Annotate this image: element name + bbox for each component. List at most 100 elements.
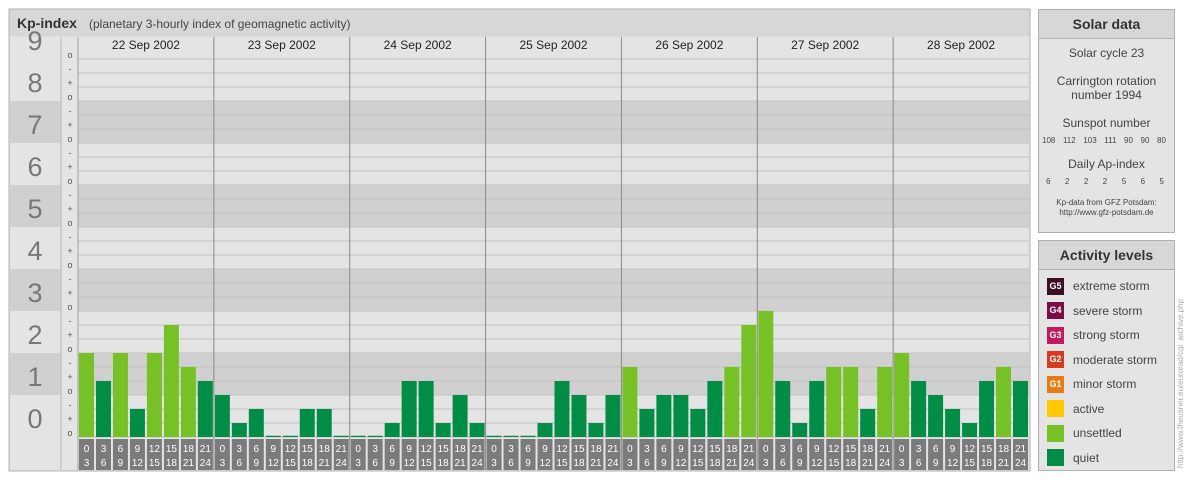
- level-label: severe storm: [1073, 303, 1143, 318]
- g2-badge: G2: [1047, 351, 1064, 369]
- kp-bar: [486, 435, 502, 437]
- y-minor-label: +: [67, 246, 72, 256]
- chart-title: Kp-index: [17, 15, 77, 31]
- interval-start-label: 21: [607, 444, 619, 455]
- interval-start-label: 18: [998, 444, 1010, 455]
- level-label: unsettled: [1073, 426, 1122, 441]
- interval-start-label: 9: [271, 444, 277, 455]
- level-row-quiet: quiet: [1039, 446, 1174, 471]
- sunspot-value: 80: [1157, 136, 1166, 145]
- level-label: extreme storm: [1073, 279, 1150, 294]
- y-tick-label: 5: [27, 194, 42, 224]
- kp-bar: [435, 423, 451, 437]
- interval-end-label: 18: [709, 458, 721, 469]
- kp-bar: [333, 435, 349, 437]
- y-minor-label: -: [69, 106, 72, 116]
- interval-start-label: 18: [183, 444, 195, 455]
- y-minor-label: o: [67, 50, 72, 60]
- y-minor-label: -: [69, 190, 72, 200]
- interval-end-label: 9: [933, 458, 939, 469]
- interval-start-label: 3: [644, 444, 650, 455]
- interval-end-label: 12: [811, 458, 823, 469]
- quiet-swatch: [1047, 449, 1064, 467]
- sunspot-value: 103: [1083, 136, 1097, 145]
- level-label: minor storm: [1073, 377, 1137, 392]
- interval-start-label: 21: [200, 444, 212, 455]
- interval-start-label: 21: [1015, 444, 1027, 455]
- interval-start-label: 6: [797, 444, 803, 455]
- ap-values: 6 2 2 2 5 6 5: [1039, 177, 1174, 186]
- interval-end-label: 12: [132, 458, 144, 469]
- level-label: active: [1073, 401, 1105, 416]
- kp-bar: [792, 423, 808, 437]
- kp-bar: [248, 408, 264, 437]
- sunspot-value: 90: [1140, 136, 1150, 145]
- interval-start-label: 18: [319, 444, 331, 455]
- interval-end-label: 24: [743, 458, 755, 469]
- level-row-g1: G1 minor storm: [1039, 372, 1174, 397]
- kp-bar: [741, 324, 757, 437]
- ap-value: 6: [1140, 177, 1146, 186]
- sunspot-value: 111: [1104, 136, 1117, 145]
- interval-end-label: 24: [472, 458, 484, 469]
- interval-start-label: 15: [166, 444, 178, 455]
- y-minor-label: +: [67, 330, 72, 340]
- interval-end-label: 21: [183, 458, 195, 469]
- y-tick-label: 3: [27, 278, 42, 308]
- interval-end-label: 9: [389, 458, 395, 469]
- ap-value: 2: [1102, 177, 1108, 186]
- y-tick-label: 8: [27, 68, 42, 98]
- level-row-g3: G3 strong storm: [1039, 323, 1174, 348]
- y-minor-label: +: [67, 78, 72, 88]
- interval-end-label: 21: [455, 458, 467, 469]
- side-credit-url: http://www.theusner.eu/eurorad/cgi_archi…: [1176, 299, 1184, 468]
- ap-title: Daily Ap-index: [1068, 157, 1145, 171]
- interval-start-label: 6: [254, 444, 260, 455]
- interval-end-label: 6: [508, 458, 514, 469]
- interval-start-label: 21: [336, 444, 348, 455]
- interval-start-label: 12: [421, 444, 433, 455]
- interval-end-label: 3: [491, 458, 497, 469]
- y-minor-label: +: [67, 204, 72, 214]
- g5-badge: G5: [1047, 277, 1064, 295]
- interval-end-label: 9: [797, 458, 803, 469]
- interval-end-label: 21: [862, 458, 874, 469]
- y-minor-label: +: [67, 288, 72, 298]
- interval-start-label: 21: [743, 444, 755, 455]
- y-minor-label: +: [67, 162, 72, 172]
- interval-end-label: 12: [404, 458, 416, 469]
- y-minor-label: -: [69, 358, 72, 368]
- y-minor-label: +: [67, 372, 72, 382]
- interval-start-label: 18: [726, 444, 738, 455]
- kp-bar: [537, 423, 553, 437]
- g4-badge: G4: [1047, 302, 1064, 320]
- interval-end-label: 3: [899, 458, 905, 469]
- interval-start-label: 0: [491, 444, 497, 455]
- interval-start-label: 12: [556, 444, 568, 455]
- interval-start-label: 3: [372, 444, 378, 455]
- sunspot-value: 90: [1124, 136, 1133, 145]
- interval-end-label: 18: [438, 458, 450, 469]
- solar-data-title: Solar data: [1039, 10, 1174, 39]
- interval-start-label: 15: [709, 444, 721, 455]
- kp-bar: [979, 381, 995, 437]
- ap-value: 2: [1083, 177, 1089, 186]
- kp-bar: [673, 395, 689, 437]
- y-minor-label: -: [69, 64, 72, 74]
- y-minor-label: o: [67, 92, 72, 102]
- ap-value: 2: [1064, 177, 1070, 186]
- kp-bar: [163, 324, 179, 437]
- y-band: [78, 185, 1029, 227]
- kp-bar: [928, 395, 944, 437]
- y-minor-label: o: [67, 344, 72, 354]
- interval-end-label: 18: [302, 458, 314, 469]
- y-minor-label: o: [67, 218, 72, 228]
- kp-bar: [605, 395, 621, 437]
- interval-start-label: 0: [84, 444, 90, 455]
- interval-start-label: 0: [355, 444, 361, 455]
- interval-start-label: 9: [542, 444, 548, 455]
- kp-bar: [299, 408, 315, 437]
- interval-start-label: 18: [455, 444, 467, 455]
- sunspot-title: Sunspot number: [1062, 116, 1151, 130]
- interval-end-label: 3: [220, 458, 226, 469]
